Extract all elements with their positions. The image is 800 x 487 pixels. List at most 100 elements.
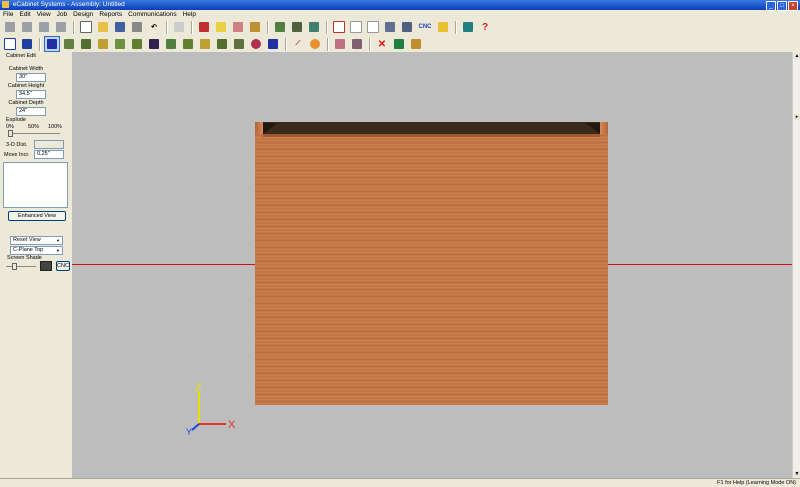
cabinet-toolbar: ⟋ ✕ xyxy=(2,36,425,52)
app-icon xyxy=(2,1,9,8)
user-icon[interactable] xyxy=(382,19,398,35)
back-icon[interactable] xyxy=(2,19,18,35)
refresh-icon[interactable] xyxy=(53,19,69,35)
menu-design[interactable]: Design xyxy=(70,11,96,18)
partition-icon[interactable] xyxy=(129,36,145,52)
cabinet-corner-left xyxy=(263,123,277,134)
open-folder-icon[interactable] xyxy=(95,19,111,35)
drawer-icon[interactable] xyxy=(95,36,111,52)
parts-icon[interactable] xyxy=(231,36,247,52)
explode-label: Explode xyxy=(6,117,26,123)
scroll-down-icon[interactable]: ▼ xyxy=(794,471,800,477)
menu-bar: File Edit View Job Design Reports Commun… xyxy=(0,10,800,19)
screen-shade-thumb[interactable] xyxy=(12,263,17,270)
axis-indicator: Z X Y xyxy=(186,382,236,436)
monitor-icon[interactable] xyxy=(460,19,476,35)
delete-button[interactable]: ✕ xyxy=(374,36,390,52)
cabinet-back-panel[interactable] xyxy=(255,134,608,405)
wizard-icon[interactable] xyxy=(213,19,229,35)
z-axis-label: Z xyxy=(195,382,202,394)
move-label: Move Incr. xyxy=(4,152,30,158)
width-field[interactable]: 30" xyxy=(16,73,46,82)
menu-view[interactable]: View xyxy=(34,11,54,18)
y-axis-label: Y xyxy=(186,427,192,436)
document-icon[interactable] xyxy=(365,19,381,35)
color-wheel-icon[interactable] xyxy=(248,36,264,52)
menu-help[interactable]: Help xyxy=(180,11,199,18)
explode-slider[interactable] xyxy=(8,133,60,134)
report-doc-icon[interactable] xyxy=(348,19,364,35)
cabinet-group-icon[interactable] xyxy=(289,19,305,35)
interior-icon[interactable] xyxy=(180,36,196,52)
3d-viewport[interactable]: Z X Y xyxy=(72,52,792,478)
stop-icon[interactable] xyxy=(36,19,52,35)
undo-icon[interactable]: ↶ xyxy=(146,19,162,35)
title-bar: eCabinet Systems - Assembly: Untitled _ … xyxy=(0,0,800,11)
window-title: eCabinet Systems - Assembly: Untitled xyxy=(12,1,125,8)
reset-view-select[interactable]: Reset View ▼ xyxy=(10,236,63,245)
move-field[interactable]: 0.25" xyxy=(34,150,64,159)
shade-color-icon[interactable] xyxy=(40,261,52,271)
enhanced-view-button[interactable]: Enhanced View xyxy=(8,211,66,221)
scroll-up-icon[interactable]: ▲ xyxy=(794,53,800,59)
save-cabinet-icon[interactable] xyxy=(19,36,35,52)
camera-icon[interactable] xyxy=(391,36,407,52)
height-field[interactable]: 34.5" xyxy=(16,90,46,99)
explode-tick-100: 100% xyxy=(48,124,63,130)
reset-view-value: Reset View xyxy=(13,237,41,243)
cnc-view-button[interactable]: CNC xyxy=(56,261,70,271)
settings-sliders-icon[interactable] xyxy=(171,19,187,35)
grid-icon[interactable] xyxy=(349,36,365,52)
molding-icon[interactable] xyxy=(214,36,230,52)
menu-file[interactable]: File xyxy=(0,11,16,18)
dist-field[interactable] xyxy=(34,140,64,149)
dimension-icon[interactable] xyxy=(44,36,60,52)
x-axis-label: X xyxy=(228,419,236,431)
measure-icon[interactable]: ⟋ xyxy=(290,36,306,52)
shelf-icon[interactable] xyxy=(112,36,128,52)
menu-edit[interactable]: Edit xyxy=(16,11,33,18)
depth-field[interactable]: 24" xyxy=(16,107,46,116)
save-icon[interactable] xyxy=(112,19,128,35)
screen-shade-slider[interactable] xyxy=(6,266,36,267)
hardware-icon[interactable] xyxy=(197,36,213,52)
explode-tick-50: 50% xyxy=(28,124,40,130)
cabinet-edit-panel: Cabinet Edit Cabinet Width 30" Cabinet H… xyxy=(0,52,70,478)
library-icon[interactable] xyxy=(247,19,263,35)
cabinet-top-edge xyxy=(263,134,600,137)
network-icon[interactable] xyxy=(399,19,415,35)
menu-job[interactable]: Job xyxy=(54,11,70,18)
layers-icon[interactable] xyxy=(265,36,281,52)
menu-reports[interactable]: Reports xyxy=(96,11,125,18)
report-icon[interactable] xyxy=(331,19,347,35)
close-edit-icon[interactable] xyxy=(2,36,18,52)
edge-icon[interactable] xyxy=(332,36,348,52)
main-toolbar: ↶ CNC ? xyxy=(2,19,494,35)
scroll-thumb[interactable]: ▸ xyxy=(794,114,800,120)
preview-box xyxy=(3,162,68,208)
cplane-select[interactable]: C-Plane Top ▼ xyxy=(10,246,63,255)
door-icon[interactable] xyxy=(78,36,94,52)
help-button[interactable]: ? xyxy=(477,19,493,35)
forward-icon[interactable] xyxy=(19,19,35,35)
menu-communications[interactable]: Communications xyxy=(125,11,179,18)
print-icon[interactable] xyxy=(129,19,145,35)
cplane-value: C-Plane Top xyxy=(13,247,44,253)
materials-icon[interactable] xyxy=(196,19,212,35)
cabinet-icon[interactable] xyxy=(272,19,288,35)
catalog-icon[interactable] xyxy=(408,36,424,52)
back-panel-icon[interactable] xyxy=(163,36,179,52)
face-frame-icon[interactable] xyxy=(61,36,77,52)
drawing-icon[interactable] xyxy=(230,19,246,35)
y-axis-line xyxy=(191,423,200,431)
paint-icon[interactable] xyxy=(307,36,323,52)
room-icon[interactable] xyxy=(306,19,322,35)
vertical-scrollbar[interactable]: ▲ ▸ ▼ xyxy=(792,52,800,478)
dist-label: 3-D Dist. xyxy=(6,142,28,148)
cutlist-icon[interactable] xyxy=(435,19,451,35)
explode-slider-thumb[interactable] xyxy=(8,130,13,137)
new-file-icon[interactable] xyxy=(78,19,94,35)
screen-shade-label: Screen Shade xyxy=(7,255,42,261)
cnc-button[interactable]: CNC xyxy=(416,19,434,35)
toe-kick-icon[interactable] xyxy=(146,36,162,52)
